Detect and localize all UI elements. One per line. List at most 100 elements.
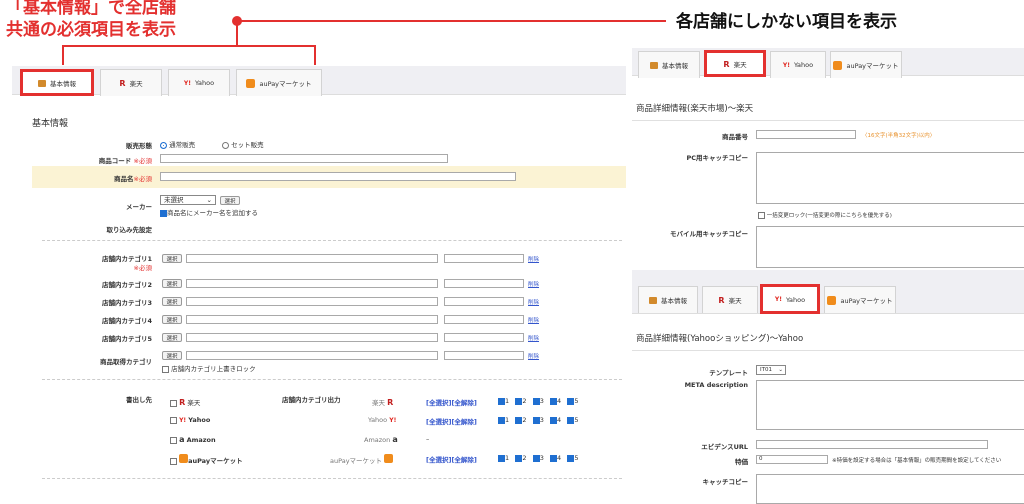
dest-rakuten[interactable]: R 楽天	[170, 397, 200, 407]
cat5-delete[interactable]: 削除	[528, 334, 539, 342]
cat3-input[interactable]	[186, 297, 438, 306]
evidence-input[interactable]	[756, 440, 988, 449]
dest-aupay[interactable]: auPayマーケット	[170, 454, 243, 465]
cat2-input2[interactable]	[444, 279, 524, 288]
cat4-delete[interactable]: 削除	[528, 316, 539, 324]
cat2-delete[interactable]: 削除	[528, 280, 539, 288]
maker-select-value: 未選択	[164, 196, 184, 204]
check-label: 1	[505, 397, 510, 405]
maker-select-button[interactable]: 選択	[220, 196, 240, 205]
bracket-right	[314, 45, 316, 65]
check-3[interactable]	[532, 416, 540, 424]
dest-yahoo[interactable]: Y! Yahoo	[170, 416, 210, 424]
tab-rakuten[interactable]: R 楽天	[100, 69, 162, 96]
product-cat-input2[interactable]	[444, 351, 524, 360]
special-price-input[interactable]: 0	[756, 455, 828, 464]
product-name-input[interactable]	[160, 172, 516, 181]
tab-yahoo[interactable]: Y! Yahoo	[168, 69, 230, 96]
yahoo-select-links[interactable]: [全選択][全解除]	[426, 416, 477, 426]
select-all-link[interactable]: [全選択]	[426, 456, 451, 464]
cat4-input2[interactable]	[444, 315, 524, 324]
yahoo-panel: 基本情報 R 楽天 Y! Yahoo auPayマーケット 商品詳細情報(Yahoo…	[632, 270, 1024, 504]
check-4[interactable]	[550, 454, 558, 462]
cat1-input[interactable]	[186, 254, 438, 263]
cat3-input2[interactable]	[444, 297, 524, 306]
tab-label: Yahoo	[194, 79, 215, 87]
radio-set[interactable]: セット販売	[222, 139, 264, 149]
maker-checkbox[interactable]	[160, 209, 167, 217]
cat1-required: ※必須	[52, 262, 152, 272]
cat5-input2[interactable]	[444, 333, 524, 342]
annotation-left-line1: 「基本情報」で全店舗	[6, 0, 176, 18]
yahoo-divider	[632, 350, 1024, 351]
tab-basic[interactable]: 基本情報	[20, 69, 94, 96]
cat4-input[interactable]	[186, 315, 438, 324]
tab-rakuten[interactable]: R 楽天	[704, 50, 766, 77]
product-code-input[interactable]	[160, 154, 448, 163]
maker-check[interactable]: 商品名にメーカー名を追加する	[160, 207, 258, 217]
cat5-select-button[interactable]: 選択	[162, 333, 182, 342]
lock-check[interactable]: 店舗内カテゴリ上書きロック	[162, 363, 256, 373]
cat3-select-button[interactable]: 選択	[162, 297, 182, 306]
dest-yahoo-checkbox[interactable]	[170, 416, 177, 424]
tab-basic[interactable]: 基本情報	[638, 286, 698, 313]
check-1[interactable]	[498, 416, 505, 424]
amazon-icon: a	[392, 435, 398, 444]
tab-yahoo[interactable]: Y! Yahoo	[760, 284, 820, 314]
select-all-link[interactable]: [全選択]	[426, 418, 451, 426]
radio-normal-icon[interactable]	[160, 141, 167, 149]
check-label: 2	[522, 416, 527, 424]
tab-aupay[interactable]: auPayマーケット	[824, 286, 896, 313]
tab-basic[interactable]: 基本情報	[638, 51, 700, 78]
select-all-link[interactable]: [全選択]	[426, 399, 451, 407]
cat3-delete[interactable]: 削除	[528, 298, 539, 306]
cat4-select-button[interactable]: 選択	[162, 315, 182, 324]
deselect-all-link[interactable]: [全解除]	[451, 399, 476, 407]
check-1[interactable]	[498, 454, 505, 462]
deselect-all-link[interactable]: [全解除]	[451, 418, 476, 426]
dest-aupay-checkbox[interactable]	[170, 457, 177, 465]
meta-textarea[interactable]	[756, 380, 1024, 430]
dest-rakuten-checkbox[interactable]	[170, 399, 177, 407]
radio-set-icon[interactable]	[222, 141, 229, 149]
lock-note[interactable]: 一括変更ロック(一括変更の際にこちらを優先する)	[758, 211, 892, 219]
pc-copy-textarea[interactable]	[756, 152, 1024, 204]
cat2-input[interactable]	[186, 279, 438, 288]
check-1[interactable]	[498, 397, 505, 405]
amazon-dash: –	[426, 435, 430, 443]
code-label-text: 商品コード	[98, 157, 132, 165]
check-4[interactable]	[550, 397, 558, 405]
deselect-all-link[interactable]: [全解除]	[451, 456, 476, 464]
check-3[interactable]	[532, 454, 540, 462]
check-4[interactable]	[550, 416, 558, 424]
rakuten-tabbar: 基本情報 R 楽天 Y! Yahoo auPayマーケット	[632, 48, 1024, 78]
radio-normal[interactable]: 通常販売	[160, 139, 195, 149]
maker-select[interactable]: 未選択 ⌄	[160, 195, 216, 205]
cat1-select-button[interactable]: 選択	[162, 254, 182, 263]
check-label: 3	[539, 454, 544, 462]
check-label: 4	[557, 397, 562, 405]
tab-yahoo[interactable]: Y! Yahoo	[770, 51, 826, 78]
dest-amazon[interactable]: a Amazon	[170, 435, 216, 444]
mobile-copy-textarea[interactable]	[756, 226, 1024, 268]
product-cat-select-button[interactable]: 選択	[162, 351, 182, 360]
tab-aupay[interactable]: auPayマーケット	[830, 51, 902, 78]
cat1-delete[interactable]: 削除	[528, 255, 539, 263]
catch-textarea[interactable]	[756, 474, 1024, 504]
tab-rakuten[interactable]: R 楽天	[702, 286, 758, 313]
dest-amazon-checkbox[interactable]	[170, 436, 177, 444]
aupay-select-links[interactable]: [全選択][全解除]	[426, 454, 477, 464]
template-select[interactable]: IT01 ⌄	[756, 365, 786, 375]
item-no-input[interactable]	[756, 130, 856, 139]
cat1-input2[interactable]	[444, 254, 524, 263]
cat2-select-button[interactable]: 選択	[162, 279, 182, 288]
cat5-input[interactable]	[186, 333, 438, 342]
check-3[interactable]	[532, 397, 540, 405]
tab-aupay[interactable]: auPayマーケット	[236, 69, 322, 96]
product-cat-delete[interactable]: 削除	[528, 352, 539, 360]
lock-note-checkbox[interactable]	[758, 212, 765, 219]
product-cat-input[interactable]	[186, 351, 438, 360]
tab-label: 基本情報	[50, 80, 76, 88]
rakuten-select-links[interactable]: [全選択][全解除]	[426, 397, 477, 407]
lock-checkbox[interactable]	[162, 365, 169, 373]
